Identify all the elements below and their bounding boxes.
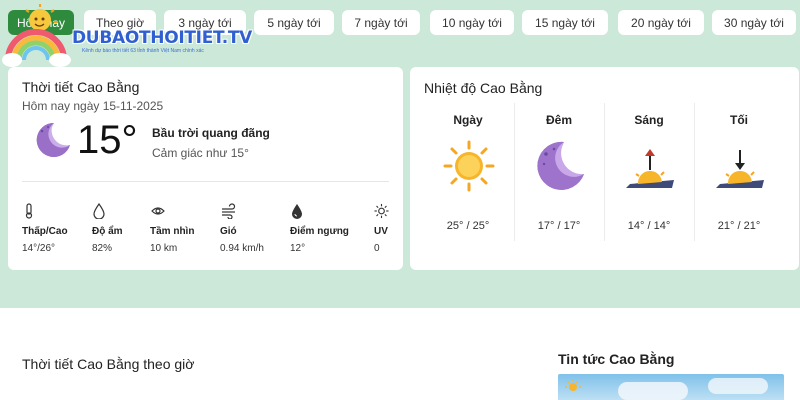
hourly-forecast-card: Thời tiết Cao Bằng theo giờ (8, 343, 529, 400)
period-name: Đêm (545, 113, 572, 127)
period-name: Ngày (453, 113, 483, 127)
sun-uv-icon (374, 203, 389, 219)
period-morning: Sáng 14° / 14° (604, 103, 694, 241)
tab-label: 7 ngày tới (354, 15, 408, 30)
tab-label: 15 ngày tới (535, 15, 595, 30)
period-night: Đêm 17° / 17° (514, 103, 604, 241)
tab-label: 20 ngày tới (631, 15, 691, 30)
sun-icon (443, 140, 495, 192)
stat-value: 0.94 km/h (220, 243, 264, 254)
feels-like: Cảm giác như 15° (152, 146, 249, 160)
period-temp: 14° / 14° (627, 220, 671, 232)
tab-7-days[interactable]: 7 ngày tới (342, 10, 420, 35)
stat-value: 0 (374, 243, 380, 254)
stat-label: Gió (220, 226, 237, 237)
stat-label: Tầm nhìn (150, 226, 195, 237)
moon-icon (537, 141, 584, 190)
weather-description: Bầu trời quang đãng (152, 126, 270, 140)
thermometer-icon (25, 203, 33, 219)
droplet-icon (93, 203, 105, 219)
sunrise-icon (626, 149, 674, 188)
site-logo[interactable]: DUBAOTHOITIET.TV Kênh dự báo thời tiết 6… (2, 2, 252, 70)
stat-value: 14°/26° (22, 243, 56, 254)
period-name: Sáng (634, 113, 664, 127)
rainbow-logo-icon (2, 4, 71, 67)
current-temperature: 15° (77, 118, 138, 162)
divider (22, 181, 389, 182)
wind-icon (222, 203, 236, 219)
stat-value: 10 km (150, 243, 178, 254)
temperature-title: Nhiệt độ Cao Bằng (424, 80, 543, 96)
sun-logo-icon (565, 379, 581, 391)
current-weather-title: Thời tiết Cao Bằng (22, 79, 140, 95)
news-title: Tin tức Cao Bằng (558, 351, 675, 367)
current-date: Hôm nay ngày 15-11-2025 (22, 99, 164, 113)
period-evening: Tối 21° / 21° (694, 103, 784, 241)
tab-label: 5 ngày tới (267, 15, 321, 30)
tab-20-days[interactable]: 20 ngày tới (618, 10, 704, 35)
current-weather-card: Thời tiết Cao Bằng Hôm nay ngày 15-11-20… (8, 67, 403, 270)
stat-label: Thấp/Cao (22, 226, 68, 237)
period-day: Ngày 25° / 25° (423, 103, 513, 241)
tab-label: 30 ngày tới (724, 15, 784, 30)
sunset-icon (716, 150, 764, 188)
stat-label: Độ ẩm (92, 226, 123, 237)
eye-icon (151, 207, 165, 215)
dewpoint-icon (292, 204, 302, 219)
tab-10-days[interactable]: 10 ngày tới (430, 10, 514, 35)
stat-label: Điểm ngưng (290, 226, 349, 237)
news-card: Tin tức Cao Bằng (542, 343, 800, 400)
temperature-card: Nhiệt độ Cao Bằng Ngày 25° / 25° Đêm 17°… (410, 67, 799, 270)
period-name: Tối (730, 113, 748, 127)
logo-tagline: Kênh dự báo thời tiết 63 tỉnh thành Việt… (82, 48, 204, 54)
tab-30-days[interactable]: 30 ngày tới (712, 10, 796, 35)
tab-15-days[interactable]: 15 ngày tới (522, 10, 608, 35)
news-thumbnail[interactable] (558, 374, 784, 400)
stat-label: UV (374, 226, 388, 237)
period-temp: 25° / 25° (446, 220, 490, 232)
stat-value: 82% (92, 243, 113, 254)
period-temp: 21° / 21° (717, 220, 761, 232)
moon-icon (36, 122, 70, 157)
tab-5-days[interactable]: 5 ngày tới (254, 10, 334, 35)
cloud-shape (708, 378, 768, 394)
period-temp: 17° / 17° (537, 220, 581, 232)
logo-brand-text: DUBAOTHOITIET.TV (72, 28, 253, 48)
tab-label: 10 ngày tới (442, 15, 502, 30)
stat-value: 12° (290, 243, 306, 254)
cloud-shape (618, 382, 688, 400)
hourly-title: Thời tiết Cao Bằng theo giờ (22, 356, 195, 372)
